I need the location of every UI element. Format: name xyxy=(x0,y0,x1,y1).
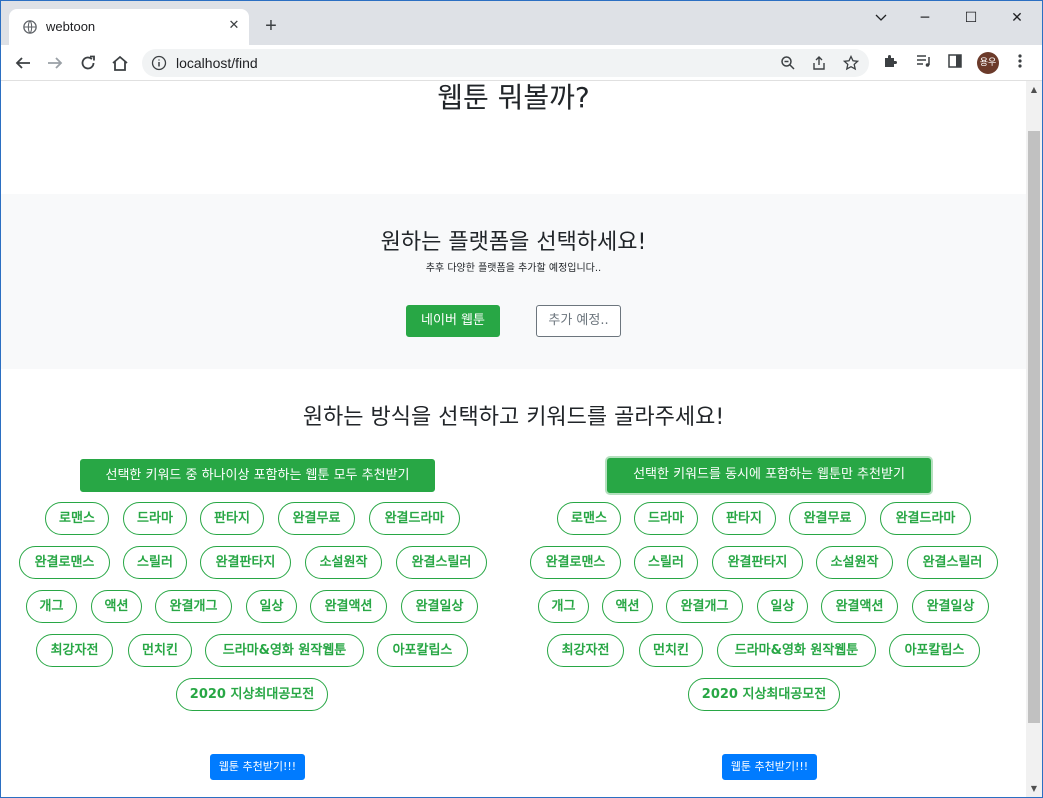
keyword-pill[interactable]: 완결무료 xyxy=(278,502,355,535)
tab-title: webtoon xyxy=(46,19,96,34)
keyword-pill[interactable]: 아포칼립스 xyxy=(889,634,980,667)
kebab-menu-icon[interactable] xyxy=(1010,53,1030,73)
keyword-pill[interactable]: 판타지 xyxy=(200,502,264,535)
zoom-icon[interactable] xyxy=(779,55,797,73)
keyword-pill[interactable]: 완결드라마 xyxy=(369,502,460,535)
scroll-up-arrow-icon[interactable]: ▲ xyxy=(1026,81,1042,97)
keyword-pill[interactable]: 완결액션 xyxy=(310,590,387,623)
globe-icon xyxy=(23,20,37,34)
keyword-pill[interactable]: 먼치킨 xyxy=(128,634,192,667)
keyword-pill[interactable]: 완결판타지 xyxy=(200,546,291,579)
close-window-button[interactable]: ✕ xyxy=(997,5,1037,31)
keyword-pill[interactable]: 최강자전 xyxy=(547,634,624,667)
browser-toolbar: localhost/find 용우 xyxy=(1,45,1042,81)
keyword-pill[interactable]: 드라마&영화 원작웹툰 xyxy=(717,634,876,667)
page-content: 웹툰 뭐볼까? 원하는 플랫폼을 선택하세요! 추후 다양한 플랫폼을 추가할 … xyxy=(1,81,1026,797)
keyword-pill[interactable]: 스릴러 xyxy=(123,546,187,579)
scroll-down-arrow-icon[interactable]: ▼ xyxy=(1026,781,1042,797)
keyword-pill[interactable]: 판타지 xyxy=(712,502,776,535)
recommend-all-keywords-button[interactable]: 선택한 키워드를 동시에 포함하는 웹툰만 추천받기 xyxy=(607,458,931,493)
keyword-pill[interactable]: 일상 xyxy=(246,590,297,623)
keyword-pill[interactable]: 소설원작 xyxy=(816,546,893,579)
chevron-down-icon[interactable] xyxy=(861,5,901,31)
forward-arrow-icon[interactable] xyxy=(43,51,67,75)
info-icon[interactable] xyxy=(151,55,167,71)
keyword-pill[interactable]: 완결판타지 xyxy=(712,546,803,579)
side-panel-icon[interactable] xyxy=(945,53,965,73)
keyword-pill[interactable]: 최강자전 xyxy=(36,634,113,667)
extensions-puzzle-icon[interactable] xyxy=(881,53,901,73)
scroll-thumb[interactable] xyxy=(1028,131,1040,723)
right-recommend-submit-button[interactable]: 웹툰 추천받기!!! xyxy=(722,754,817,780)
browser-window: webtoon ✕ + ─ ☐ ✕ localhost/find 용우 웹툰 뭐… xyxy=(0,0,1043,798)
keyword-pill[interactable]: 로맨스 xyxy=(45,502,109,535)
keyword-pill[interactable]: 완결액션 xyxy=(821,590,898,623)
keyword-pill[interactable]: 완결개그 xyxy=(155,590,232,623)
browser-tab[interactable]: webtoon ✕ xyxy=(9,9,249,45)
keyword-pill[interactable]: 일상 xyxy=(757,590,808,623)
keyword-pill[interactable]: 완결개그 xyxy=(666,590,743,623)
keyword-pill[interactable]: 완결드라마 xyxy=(880,502,971,535)
share-icon[interactable] xyxy=(810,55,828,73)
new-tab-button[interactable]: + xyxy=(260,16,282,38)
keyword-pill[interactable]: 완결스릴러 xyxy=(907,546,998,579)
tab-close-icon[interactable]: ✕ xyxy=(225,17,243,35)
minimize-button[interactable]: ─ xyxy=(905,5,945,31)
maximize-button[interactable]: ☐ xyxy=(951,5,991,31)
keyword-pill[interactable]: 개그 xyxy=(26,590,77,623)
profile-avatar[interactable]: 용우 xyxy=(977,52,999,74)
keyword-pill[interactable]: 액션 xyxy=(602,590,653,623)
platform-subtitle: 추후 다양한 플랫폼을 추가할 예정입니다.. xyxy=(425,263,602,274)
left-recommend-submit-button[interactable]: 웹툰 추천받기!!! xyxy=(210,754,305,780)
keyword-pill[interactable]: 완결로맨스 xyxy=(19,546,110,579)
keyword-pill[interactable]: 아포칼립스 xyxy=(377,634,468,667)
keyword-pill[interactable]: 드라마 xyxy=(634,502,698,535)
keyword-pill[interactable]: 로맨스 xyxy=(557,502,621,535)
keyword-pill[interactable]: 드라마 xyxy=(123,502,187,535)
address-bar[interactable]: localhost/find xyxy=(142,49,869,77)
method-heading: 원하는 방식을 선택하고 키워드를 골라주세요! xyxy=(302,405,725,430)
back-arrow-icon[interactable] xyxy=(11,51,35,75)
keyword-pill[interactable]: 액션 xyxy=(91,590,142,623)
reload-icon[interactable] xyxy=(76,51,100,75)
keyword-pill[interactable]: 2020 지상최대공모전 xyxy=(176,678,328,711)
keyword-pill[interactable]: 소설원작 xyxy=(305,546,382,579)
naver-webtoon-button[interactable]: 네이버 웹툰 xyxy=(406,305,500,337)
keyword-pill[interactable]: 완결일상 xyxy=(401,590,478,623)
recommend-any-keyword-button[interactable]: 선택한 키워드 중 하나이상 포함하는 웹툰 모두 추천받기 xyxy=(80,459,435,492)
keyword-pill[interactable]: 완결무료 xyxy=(789,502,866,535)
media-queue-icon[interactable] xyxy=(914,53,934,73)
star-icon[interactable] xyxy=(842,54,860,73)
url-text[interactable]: localhost/find xyxy=(176,55,258,71)
keyword-pill[interactable]: 완결스릴러 xyxy=(396,546,487,579)
page-title: 웹툰 뭐볼까? xyxy=(437,81,590,114)
keyword-pill[interactable]: 완결일상 xyxy=(912,590,989,623)
vertical-scrollbar[interactable]: ▲ ▼ xyxy=(1026,81,1042,797)
tab-bar: webtoon ✕ + ─ ☐ ✕ xyxy=(1,1,1042,45)
platform-heading: 원하는 플랫폼을 선택하세요! xyxy=(380,230,647,255)
keyword-pill[interactable]: 먼치킨 xyxy=(639,634,703,667)
keyword-pill[interactable]: 스릴러 xyxy=(634,546,698,579)
keyword-pill[interactable]: 2020 지상최대공모전 xyxy=(688,678,840,711)
keyword-pill[interactable]: 드라마&영화 원작웹툰 xyxy=(205,634,364,667)
keyword-pill[interactable]: 개그 xyxy=(538,590,589,623)
coming-soon-button[interactable]: 추가 예정.. xyxy=(536,305,621,337)
keyword-pill[interactable]: 완결로맨스 xyxy=(530,546,621,579)
platform-section: 원하는 플랫폼을 선택하세요! 추후 다양한 플랫폼을 추가할 예정입니다.. … xyxy=(1,194,1026,369)
home-icon[interactable] xyxy=(108,51,132,75)
